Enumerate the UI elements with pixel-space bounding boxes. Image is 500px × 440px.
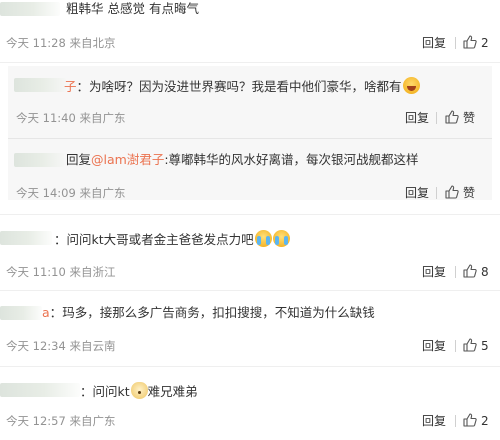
comment-text: 粗韩华 总感觉 有点晦气 xyxy=(66,1,199,16)
comment-colon: ： xyxy=(54,232,67,247)
reply-button[interactable]: 回复 xyxy=(422,264,446,280)
reply-colon: ： xyxy=(76,79,90,94)
divider xyxy=(0,214,500,215)
dog-emoji-icon xyxy=(130,382,148,399)
divider xyxy=(0,290,500,291)
username-blurred[interactable] xyxy=(14,153,64,167)
thumbs-up-icon[interactable] xyxy=(462,263,478,279)
username-blurred[interactable] xyxy=(14,78,66,92)
reply-text-line: 回复@lam澍君子:尊嘟韩华的风水好离谱，每次银河战舰都这样 xyxy=(66,152,419,168)
divider xyxy=(455,340,456,352)
like-count: 8 xyxy=(481,265,489,279)
comment-text-line: ：问问kt大哥或者金主爸爸发点力吧 xyxy=(54,230,290,248)
thumbs-up-icon[interactable] xyxy=(462,337,478,353)
reply-meta: 今天 11:40 来自广东 xyxy=(16,111,126,125)
comment-meta: 今天 11:10 来自浙江 xyxy=(6,265,116,279)
comment-colon: ： xyxy=(80,384,93,399)
comment-meta: 今天 11:28 来自北京 xyxy=(6,36,116,50)
divider xyxy=(0,366,500,367)
comment-text-line: ：问问kt 难兄难弟 xyxy=(80,382,198,400)
crying-emoji-icon xyxy=(272,230,290,247)
reply-button[interactable]: 回复 xyxy=(422,338,446,354)
reply-mention[interactable]: @lam澍君子 xyxy=(91,152,164,167)
username-blurred[interactable] xyxy=(0,231,52,245)
comment-meta: 今天 12:57 来自广东 xyxy=(6,414,116,428)
divider xyxy=(436,112,437,124)
comment-meta: 今天 12:34 来自云南 xyxy=(6,339,116,353)
thumbs-up-icon[interactable] xyxy=(444,184,460,200)
reply-prefix: 回复 xyxy=(66,152,92,167)
crying-emoji-icon xyxy=(254,230,272,247)
reply-button[interactable]: 回复 xyxy=(405,185,429,201)
divider xyxy=(436,187,437,199)
divider xyxy=(455,415,456,427)
comment-text-line: a：玛多，接那么多广告商务，扣扣搜搜，不知道为什么缺钱 xyxy=(42,305,375,321)
divider xyxy=(8,138,492,139)
divider xyxy=(455,37,456,49)
reply-username[interactable]: 子 xyxy=(64,79,77,94)
divider xyxy=(0,62,500,63)
like-count: 5 xyxy=(481,339,489,353)
comment-text-suffix: 难兄难弟 xyxy=(147,384,198,399)
comment-colon: ： xyxy=(49,305,63,320)
like-count: 2 xyxy=(481,36,489,50)
thumbs-up-icon[interactable] xyxy=(462,412,478,428)
username-blurred[interactable] xyxy=(0,383,80,397)
comment-text: 玛多，接那么多广告商务，扣扣搜搜，不知道为什么缺钱 xyxy=(62,305,375,320)
reply-meta: 今天 14:09 来自广东 xyxy=(16,186,126,200)
reply-text-line: 子：为啥呀？因为没进世界赛吗？我是看中他们豪华，啥都有 xyxy=(64,77,420,95)
username-blurred[interactable] xyxy=(0,2,60,16)
username-blurred[interactable] xyxy=(0,306,42,320)
comment-text: 问问kt xyxy=(92,384,130,399)
comment-username-fragment[interactable]: a xyxy=(42,305,50,320)
thumbs-up-icon[interactable] xyxy=(462,34,478,50)
comment-text: 问问kt大哥或者金主爸爸发点力吧 xyxy=(66,232,254,247)
reply-button[interactable]: 回复 xyxy=(422,413,446,429)
reply-text: 尊嘟韩华的风水好离谱，每次银河战舰都这样 xyxy=(168,152,419,167)
reply-button[interactable]: 回复 xyxy=(422,35,446,51)
like-button[interactable]: 赞 xyxy=(463,185,475,201)
laughing-emoji-icon xyxy=(402,77,420,94)
reply-button[interactable]: 回复 xyxy=(405,110,429,126)
reply-text: 为啥呀？因为没进世界赛吗？我是看中他们豪华，啥都有 xyxy=(89,79,402,94)
like-button[interactable]: 赞 xyxy=(463,110,475,126)
like-count: 2 xyxy=(481,414,489,428)
divider xyxy=(455,266,456,278)
thumbs-up-icon[interactable] xyxy=(444,109,460,125)
